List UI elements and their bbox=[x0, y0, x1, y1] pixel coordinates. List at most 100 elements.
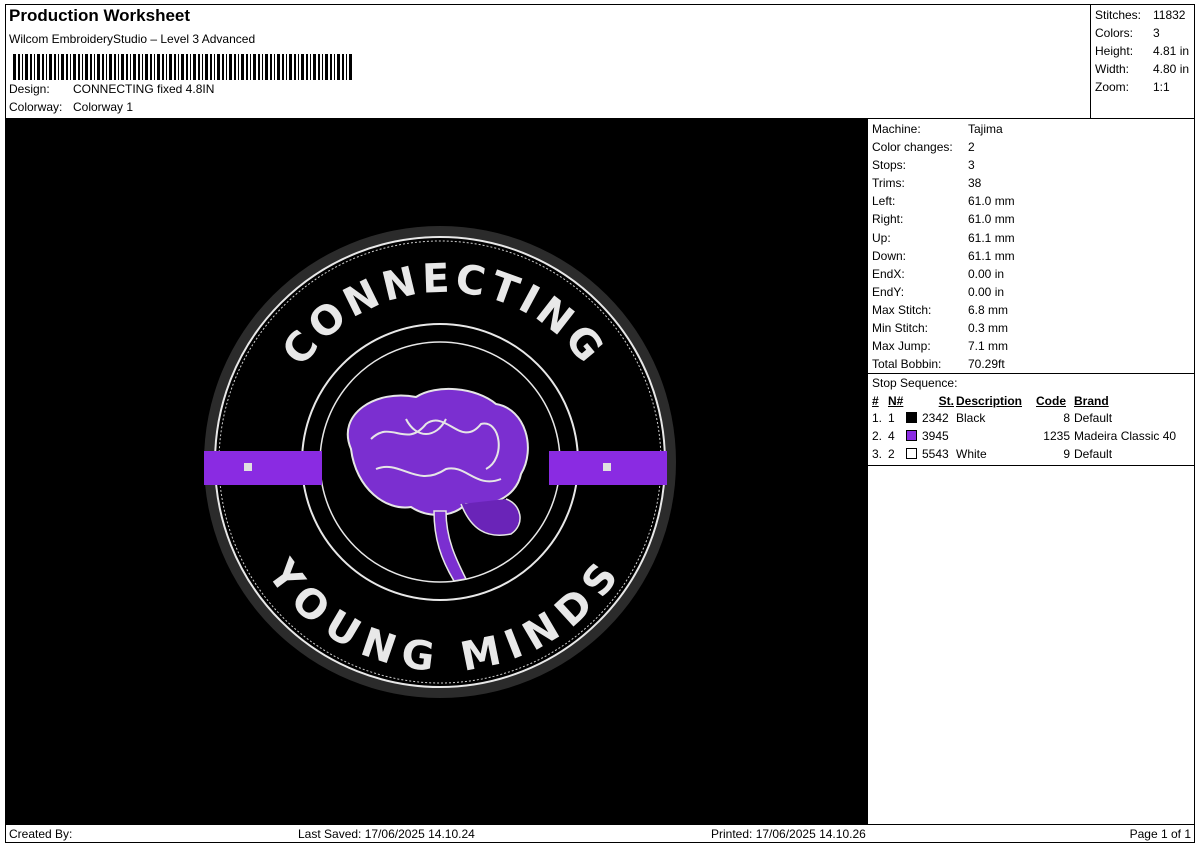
spec-row: Max Stitch: 6.8 mm bbox=[872, 301, 1195, 319]
spec-row: Left: 61.0 mm bbox=[872, 192, 1195, 210]
barcode-bar bbox=[258, 54, 260, 80]
barcode-bar bbox=[286, 54, 287, 80]
barcode-bar bbox=[121, 54, 124, 80]
col-header: Code bbox=[1036, 393, 1066, 408]
stitch-count: 5543 bbox=[922, 447, 949, 462]
barcode-bar bbox=[274, 54, 275, 80]
col-header bbox=[906, 392, 922, 409]
barcode-bar bbox=[142, 54, 143, 80]
spec-value: 7.1 mm bbox=[968, 339, 1009, 354]
barcode-bar bbox=[78, 54, 80, 80]
barcode-bar bbox=[337, 54, 340, 80]
barcode-bar bbox=[310, 54, 311, 80]
machine-specs: Machine: Tajima Color changes: 2 Stops: 3 Trim… bbox=[868, 119, 1195, 373]
spec-row: Machine: Tajima bbox=[872, 120, 1195, 138]
thread-brand: Madeira Classic 40 bbox=[1074, 429, 1177, 444]
stat-row: Width: 4.80 in bbox=[1095, 60, 1195, 78]
color-description: Black bbox=[956, 411, 986, 426]
spec-label: Right: bbox=[872, 212, 904, 227]
spec-label: Max Jump: bbox=[872, 339, 931, 354]
barcode-bar bbox=[349, 54, 352, 80]
thread-color-swatch bbox=[906, 412, 917, 424]
spec-value: 3 bbox=[968, 158, 975, 173]
barcode-bar bbox=[42, 54, 44, 80]
barcode-bar bbox=[34, 54, 35, 80]
spec-value: 38 bbox=[968, 176, 982, 191]
band-dot-left bbox=[244, 463, 252, 471]
table-row: 1. 1 2342 Black 8 Default bbox=[872, 409, 1176, 427]
colorway-value: Colorway 1 bbox=[73, 100, 134, 114]
created-by: Created By: bbox=[9, 827, 73, 841]
barcode-bar bbox=[193, 54, 196, 80]
barcode-bar bbox=[178, 54, 179, 80]
patch-artwork: CONNECTING YOUNG MINDS bbox=[204, 226, 676, 698]
barcode-bar bbox=[217, 54, 220, 80]
stop-sequence-table: # N# St. Description Code Brand 1. 1 2342 B… bbox=[872, 392, 1176, 463]
stop-sequence: Stop Sequence: # N# St. Description Code… bbox=[868, 374, 1195, 463]
spec-value: 2 bbox=[968, 140, 975, 155]
table-header-row: # N# St. Description Code Brand bbox=[872, 392, 1176, 409]
design-preview: CONNECTING YOUNG MINDS bbox=[6, 119, 867, 824]
barcode-bar bbox=[25, 54, 28, 80]
col-header: N# bbox=[888, 393, 904, 408]
spec-row: Right: 61.0 mm bbox=[872, 210, 1195, 228]
spec-value: 0.00 in bbox=[968, 266, 1005, 281]
barcode-bar bbox=[94, 54, 95, 80]
spec-label: Left: bbox=[872, 194, 896, 209]
page-title: Production Worksheet bbox=[9, 6, 191, 25]
row-number: 2. bbox=[872, 429, 883, 444]
barcode-bar bbox=[102, 54, 104, 80]
color-swatch bbox=[906, 427, 922, 445]
barcode-bar bbox=[30, 54, 32, 80]
barcode-bar bbox=[294, 54, 296, 80]
barcode-bar bbox=[253, 54, 256, 80]
stat-label: Width: bbox=[1095, 62, 1130, 76]
barcode-bar bbox=[97, 54, 100, 80]
barcode-bar bbox=[202, 54, 203, 80]
stats-box: Stitches: 11832 Colors: 3 Height: 4.81 in W… bbox=[1092, 4, 1195, 118]
spec-value: 70.29ft bbox=[968, 357, 1005, 372]
barcode-bar bbox=[205, 54, 208, 80]
band-dot-right bbox=[603, 463, 611, 471]
spec-row: EndY: 0.00 in bbox=[872, 283, 1195, 301]
barcode-bar bbox=[13, 54, 16, 80]
spec-value: 61.1 mm bbox=[968, 230, 1015, 245]
barcode-bar bbox=[133, 54, 136, 80]
printed-date: Printed: 17/06/2025 14.10.26 bbox=[711, 827, 866, 841]
barcode-bar bbox=[246, 54, 248, 80]
barcode-bar bbox=[334, 54, 335, 80]
stat-value: 4.81 in bbox=[1153, 44, 1190, 58]
barcode-bar bbox=[322, 54, 323, 80]
barcode-bar bbox=[162, 54, 164, 80]
barcode-bar bbox=[37, 54, 40, 80]
barcode-bar bbox=[169, 54, 172, 80]
barcode-bar bbox=[282, 54, 284, 80]
barcode-bar bbox=[226, 54, 227, 80]
spec-row: Stops: 3 bbox=[872, 156, 1195, 174]
stat-row: Colors: 3 bbox=[1095, 24, 1195, 42]
barcode-bar bbox=[250, 54, 251, 80]
barcode-bar bbox=[190, 54, 191, 80]
col-header: # bbox=[872, 393, 879, 408]
barcode-bar bbox=[174, 54, 176, 80]
barcode-bar bbox=[73, 54, 76, 80]
stat-row: Zoom: 1:1 bbox=[1095, 78, 1195, 96]
spec-label: Down: bbox=[872, 248, 907, 263]
barcode-bar bbox=[49, 54, 52, 80]
spec-row: Up: 61.1 mm bbox=[872, 229, 1195, 247]
barcode-bar bbox=[82, 54, 83, 80]
needle-number: 1 bbox=[888, 411, 895, 426]
spec-label: Up: bbox=[872, 230, 891, 245]
barcode-bar bbox=[150, 54, 152, 80]
design-value: CONNECTING fixed 4.8IN bbox=[73, 82, 215, 96]
spec-value: 0.00 in bbox=[968, 284, 1005, 299]
barcode-bar bbox=[157, 54, 160, 80]
barcode-bar bbox=[85, 54, 88, 80]
row-number: 1. bbox=[872, 411, 883, 426]
col-header: Brand bbox=[1074, 393, 1109, 408]
thread-color-swatch bbox=[906, 430, 917, 442]
table-row: 3. 2 5543 White 9 Default bbox=[872, 445, 1176, 463]
barcode-bar bbox=[18, 54, 20, 80]
stat-row: Stitches: 11832 bbox=[1095, 6, 1195, 24]
stat-value: 4.80 in bbox=[1153, 62, 1190, 76]
